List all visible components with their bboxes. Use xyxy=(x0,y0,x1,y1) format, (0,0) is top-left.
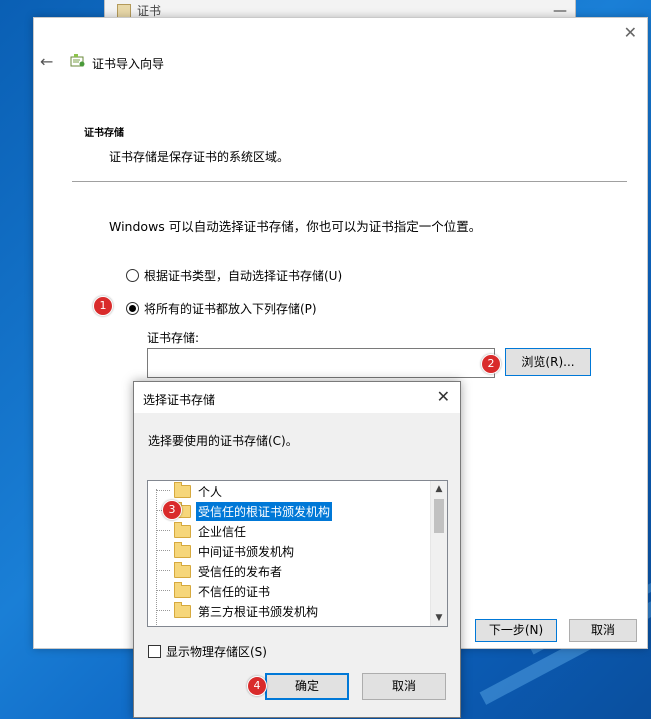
dialog-titlebar: 选择证书存储 ✕ xyxy=(134,382,460,413)
tree-item-label: 受信任的根证书颁发机构 xyxy=(196,501,333,521)
store-input[interactable] xyxy=(147,348,495,378)
divider xyxy=(72,181,627,182)
ok-button[interactable]: 确定 xyxy=(265,673,349,700)
radio-auto-select[interactable]: 根据证书类型，自动选择证书存储(U) xyxy=(126,267,342,284)
tree-item-label: 企业信任 xyxy=(198,524,247,539)
select-store-dialog: 选择证书存储 ✕ 选择要使用的证书存储(C)。 个人 受信任的根证书颁发机构 企… xyxy=(133,381,461,718)
wizard-title: 证书导入向导 xyxy=(92,57,165,71)
close-icon[interactable]: ✕ xyxy=(437,387,450,406)
folder-icon xyxy=(174,601,191,618)
step-badge-1: 1 xyxy=(93,296,113,316)
folder-icon xyxy=(174,521,191,538)
cancel-button[interactable]: 取消 xyxy=(569,619,637,642)
radio-manual-store[interactable]: 将所有的证书都放入下列存储(P) xyxy=(126,300,317,317)
back-arrow-icon[interactable]: ← xyxy=(40,52,53,71)
section-title: 证书存储 xyxy=(84,128,124,139)
tree-item-trusted-root[interactable]: 受信任的根证书颁发机构 xyxy=(156,501,333,521)
certificate-wizard-icon xyxy=(70,54,85,67)
show-physical-label: 显示物理存储区(S) xyxy=(166,645,267,659)
step-badge-3: 3 xyxy=(162,500,182,520)
folder-icon xyxy=(174,541,191,558)
tree-item-trusted-publishers[interactable]: 受信任的发布者 xyxy=(156,561,284,580)
radio-button-checked[interactable] xyxy=(126,302,139,315)
tree-item-label: 受信任的发布者 xyxy=(198,564,283,579)
radio-auto-label: 根据证书类型，自动选择证书存储(U) xyxy=(144,269,343,283)
browse-button[interactable]: 浏览(R)... xyxy=(505,348,591,376)
tree-item-label: 第三方根证书颁发机构 xyxy=(198,604,319,619)
step-badge-2: 2 xyxy=(481,354,501,374)
store-tree[interactable]: 个人 受信任的根证书颁发机构 企业信任 中间证书颁发机构 受信任的发布者 不信任… xyxy=(147,480,448,627)
dialog-title: 选择证书存储 xyxy=(143,393,216,407)
scroll-up-icon[interactable]: ▲ xyxy=(431,481,447,497)
dialog-cancel-button[interactable]: 取消 xyxy=(362,673,446,700)
tree-scrollbar[interactable]: ▲ ▼ xyxy=(430,481,447,626)
scroll-down-icon[interactable]: ▼ xyxy=(431,610,447,626)
step-badge-4: 4 xyxy=(247,676,267,696)
intro-text: Windows 可以自动选择证书存储，你也可以为证书指定一个位置。 xyxy=(109,219,482,234)
folder-icon xyxy=(174,561,191,578)
tree-item-label: 个人 xyxy=(198,484,223,499)
tree-item-label: 中间证书颁发机构 xyxy=(198,544,295,559)
certificate-icon xyxy=(117,4,131,18)
scroll-thumb[interactable] xyxy=(434,499,444,533)
tree-item-personal[interactable]: 个人 xyxy=(156,481,224,500)
tree-item-label: 不信任的证书 xyxy=(198,584,271,599)
tree-item-third-party-root[interactable]: 第三方根证书颁发机构 xyxy=(156,601,320,620)
radio-button[interactable] xyxy=(126,269,139,282)
radio-manual-label: 将所有的证书都放入下列存储(P) xyxy=(144,302,317,316)
folder-icon xyxy=(174,481,191,498)
checkbox[interactable] xyxy=(148,645,161,658)
close-icon[interactable]: ✕ xyxy=(624,23,637,42)
tree-item-untrusted[interactable]: 不信任的证书 xyxy=(156,581,272,600)
tree-item-intermediate-ca[interactable]: 中间证书颁发机构 xyxy=(156,541,296,560)
next-button[interactable]: 下一步(N) xyxy=(475,619,557,642)
tree-item-enterprise-trust[interactable]: 企业信任 xyxy=(156,521,248,540)
store-label: 证书存储: xyxy=(147,331,200,345)
show-physical-stores-checkbox[interactable]: 显示物理存储区(S) xyxy=(148,643,267,660)
dialog-prompt: 选择要使用的证书存储(C)。 xyxy=(148,434,298,448)
section-description: 证书存储是保存证书的系统区域。 xyxy=(109,150,290,164)
folder-icon xyxy=(174,581,191,598)
